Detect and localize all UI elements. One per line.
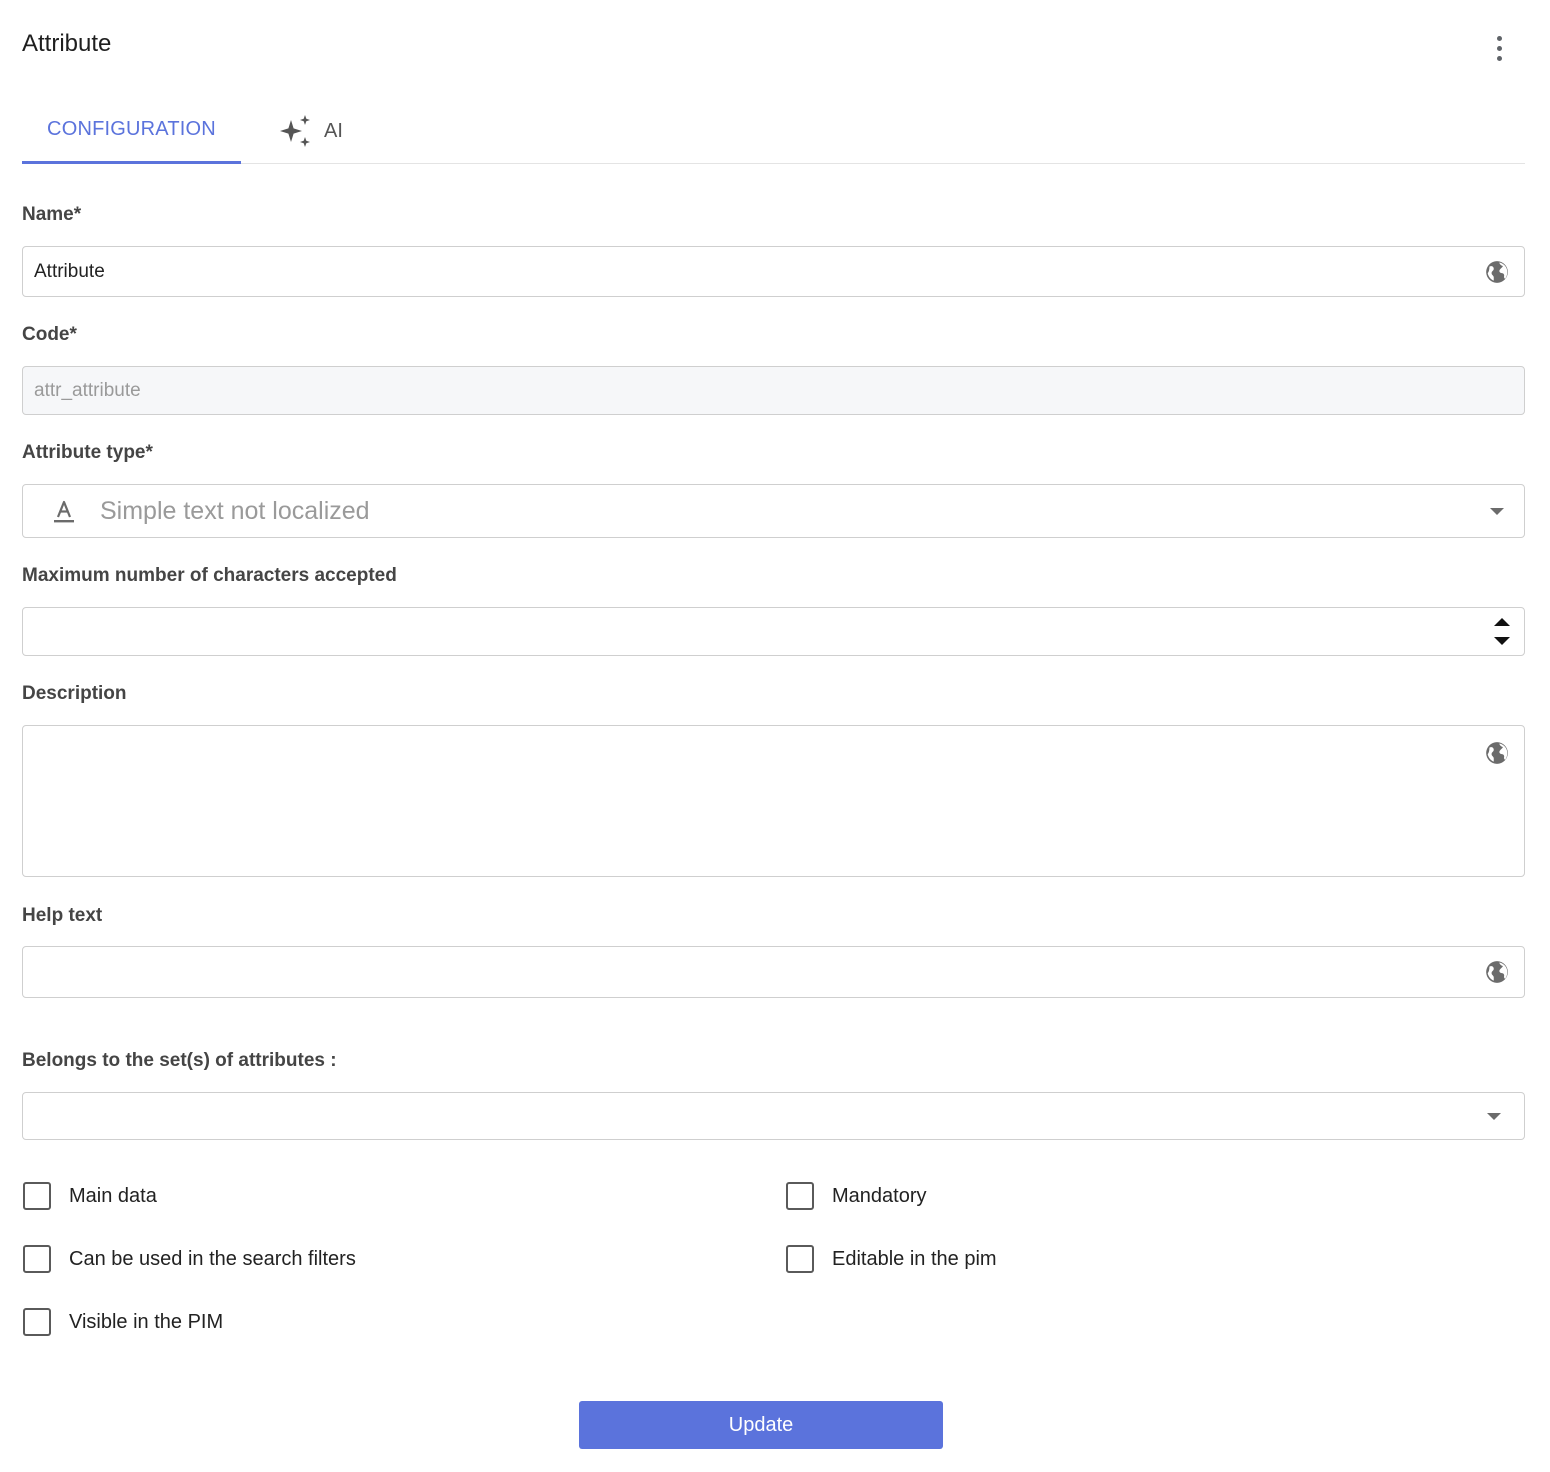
attribute-type-label: Attribute type* (22, 442, 153, 463)
checkbox-icon[interactable] (23, 1245, 51, 1273)
tab-ai[interactable]: AI (274, 98, 347, 164)
description-label: Description (22, 683, 127, 704)
page-header: Attribute (22, 28, 1525, 68)
checkbox-icon[interactable] (23, 1308, 51, 1336)
globe-icon[interactable] (1484, 959, 1510, 985)
checkbox-mandatory[interactable]: Mandatory (786, 1182, 927, 1210)
checkbox-label: Can be used in the search filters (69, 1247, 356, 1270)
chevron-down-icon (1490, 508, 1504, 515)
checkbox-label: Main data (69, 1184, 157, 1207)
tab-ai-label: AI (324, 119, 343, 142)
description-textarea[interactable] (34, 738, 1454, 866)
checkbox-icon[interactable] (23, 1182, 51, 1210)
checkbox-label: Mandatory (832, 1184, 927, 1207)
tab-configuration[interactable]: CONFIGURATION (22, 98, 241, 164)
checkbox-label: Visible in the PIM (69, 1310, 224, 1333)
checkbox-icon[interactable] (786, 1245, 814, 1273)
text-format-icon (54, 500, 74, 523)
max-chars-label: Maximum number of characters accepted (22, 565, 397, 586)
number-stepper-icon[interactable] (1493, 616, 1511, 648)
globe-icon[interactable] (1484, 740, 1510, 766)
name-label: Name* (22, 204, 82, 225)
tab-configuration-label: CONFIGURATION (47, 118, 216, 140)
max-chars-field (22, 607, 1525, 656)
tab-bar: CONFIGURATION AI (22, 98, 1525, 164)
chevron-down-icon (1487, 1113, 1501, 1120)
globe-icon[interactable] (1484, 259, 1510, 285)
code-field (22, 366, 1525, 415)
help-text-label: Help text (22, 905, 103, 926)
code-input (34, 367, 1454, 414)
page-title: Attribute (22, 30, 112, 57)
checkbox-search-filters[interactable]: Can be used in the search filters (23, 1245, 356, 1273)
code-label: Code* (22, 324, 77, 345)
max-chars-input[interactable] (34, 608, 1454, 655)
help-text-input[interactable] (34, 947, 1454, 997)
attribute-sets-label: Belongs to the set(s) of attributes : (22, 1050, 337, 1071)
sparkles-icon (280, 115, 310, 147)
checkbox-editable-pim[interactable]: Editable in the pim (786, 1245, 997, 1273)
help-text-field (22, 946, 1525, 998)
name-input[interactable] (34, 247, 1454, 296)
name-field (22, 246, 1525, 297)
attribute-type-select[interactable]: Simple text not localized (22, 484, 1525, 538)
attribute-type-value: Simple text not localized (100, 496, 370, 525)
description-field (22, 725, 1525, 877)
update-button[interactable]: Update (579, 1401, 943, 1449)
more-options-icon[interactable] (1487, 32, 1511, 64)
checkbox-icon[interactable] (786, 1182, 814, 1210)
checkbox-label: Editable in the pim (832, 1247, 997, 1270)
attribute-sets-select[interactable] (22, 1092, 1525, 1140)
checkbox-visible-pim[interactable]: Visible in the PIM (23, 1308, 223, 1336)
checkbox-main-data[interactable]: Main data (23, 1182, 157, 1210)
